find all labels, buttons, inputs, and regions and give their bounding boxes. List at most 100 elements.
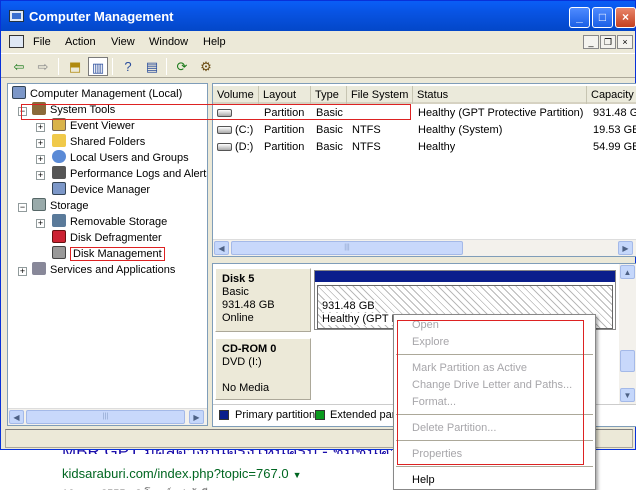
mdi-close-button[interactable]: × bbox=[617, 35, 633, 49]
collapse-toggle[interactable]: − bbox=[18, 203, 27, 212]
column-header-file-system[interactable]: File System bbox=[347, 86, 413, 104]
background-result-snippet: 16 ม.ค. 2555 - 2 โพสต์ - 1 ผู้เขียน bbox=[62, 484, 222, 490]
cell-status: Healthy bbox=[418, 141, 456, 153]
menu-view[interactable]: View bbox=[111, 36, 135, 48]
background-result-url[interactable]: kidsaraburi.com/index.php?topic=767.0 ▼ bbox=[62, 466, 301, 481]
menu-help[interactable]: Help bbox=[203, 36, 226, 48]
services-icon bbox=[32, 262, 46, 275]
disk-type: DVD (I:) bbox=[222, 356, 262, 368]
maximize-button[interactable]: □ bbox=[592, 7, 613, 28]
expand-toggle[interactable]: + bbox=[36, 123, 45, 132]
table-row[interactable]: (C:) Partition Basic NTFS Healthy (Syste… bbox=[213, 122, 636, 139]
expand-toggle[interactable]: + bbox=[18, 267, 27, 276]
computer-icon bbox=[12, 86, 26, 99]
tree-node-event-viewer[interactable]: Event Viewer bbox=[52, 118, 135, 134]
settings-icon[interactable]: ⚙ bbox=[196, 57, 216, 76]
show-hide-tree-icon[interactable]: ▥ bbox=[88, 57, 108, 76]
menu-file[interactable]: File bbox=[33, 36, 51, 48]
tree-node-local-users-and-groups[interactable]: Local Users and Groups bbox=[52, 150, 189, 166]
toolbar-separator bbox=[58, 58, 59, 75]
cell-layout: Partition bbox=[264, 141, 305, 153]
column-header-status[interactable]: Status bbox=[413, 86, 587, 104]
menu-separator bbox=[396, 466, 593, 467]
device-manager-icon bbox=[52, 182, 66, 195]
tree-label: Storage bbox=[50, 200, 89, 212]
cell-capacity: 54.99 GB bbox=[593, 141, 636, 153]
tree-horizontal-scrollbar[interactable]: ◀ ||| ▶ bbox=[8, 408, 207, 425]
tree-label: Device Manager bbox=[70, 184, 151, 196]
disk-5-label[interactable]: Disk 5 Basic 931.48 GB Online bbox=[215, 268, 311, 332]
scroll-left-icon[interactable]: ◀ bbox=[214, 241, 229, 255]
list-horizontal-scrollbar[interactable]: ◀ ||| ▶ bbox=[213, 239, 636, 256]
scroll-right-icon[interactable]: ▶ bbox=[189, 410, 204, 424]
toolbar-separator bbox=[166, 58, 167, 75]
scroll-right-icon[interactable]: ▶ bbox=[618, 241, 633, 255]
computer-management-icon[interactable] bbox=[9, 10, 24, 22]
tree-node-storage[interactable]: Storage bbox=[32, 198, 89, 214]
refresh-icon[interactable]: ⟳ bbox=[172, 57, 192, 76]
column-header-capacity[interactable]: Capacity bbox=[587, 86, 636, 104]
dropdown-arrow-icon[interactable]: ▼ bbox=[293, 470, 302, 480]
legend-swatch-extended bbox=[315, 410, 325, 420]
cell-layout: Partition bbox=[264, 124, 305, 136]
mdi-minimize-button[interactable]: _ bbox=[583, 35, 599, 49]
cell-type: Basic bbox=[316, 141, 343, 153]
menu-window[interactable]: Window bbox=[149, 36, 188, 48]
background-url-text[interactable]: kidsaraburi.com/index.php?topic=767.0 bbox=[62, 466, 289, 481]
minimize-button[interactable]: _ bbox=[569, 7, 590, 28]
legend-label-primary: Primary partition bbox=[235, 409, 316, 421]
cell-volume: (D:) bbox=[235, 141, 254, 153]
disk-type: Basic bbox=[222, 286, 249, 298]
tree-label: Disk Defragmenter bbox=[70, 232, 162, 244]
primary-partition-bar bbox=[315, 271, 615, 282]
scroll-down-icon[interactable]: ▼ bbox=[620, 388, 635, 402]
column-header-layout[interactable]: Layout bbox=[259, 86, 311, 104]
cell-status: Healthy (System) bbox=[418, 124, 503, 136]
column-header-type[interactable]: Type bbox=[311, 86, 347, 104]
forward-arrow-icon[interactable]: ⇨ bbox=[33, 57, 53, 76]
expand-toggle[interactable]: + bbox=[36, 139, 45, 148]
menu-action[interactable]: Action bbox=[65, 36, 96, 48]
menu-item-help[interactable]: Help bbox=[412, 474, 435, 486]
tree-node-disk-management[interactable]: Disk Management bbox=[52, 246, 165, 262]
scroll-left-icon[interactable]: ◀ bbox=[9, 410, 24, 424]
properties-icon[interactable]: ▤ bbox=[142, 57, 162, 76]
scroll-up-icon[interactable]: ▲ bbox=[620, 265, 635, 279]
tree-node-computer-management[interactable]: Computer Management (Local) bbox=[12, 86, 182, 102]
tree-node-device-manager[interactable]: Device Manager bbox=[52, 182, 150, 198]
scroll-thumb[interactable]: ||| bbox=[231, 241, 463, 255]
expand-toggle[interactable]: + bbox=[36, 219, 45, 228]
column-header-volume[interactable]: Volume bbox=[213, 86, 259, 104]
partition-size: 931.48 GB bbox=[322, 300, 375, 312]
tree-label: Event Viewer bbox=[70, 120, 135, 132]
tree-label: Local Users and Groups bbox=[70, 152, 189, 164]
disk-name: Disk 5 bbox=[222, 273, 255, 285]
table-row[interactable]: (D:) Partition Basic NTFS Healthy 54.99 … bbox=[213, 139, 636, 156]
cell-file-system: NTFS bbox=[352, 141, 381, 153]
cell-volume: (C:) bbox=[235, 124, 254, 136]
help-icon[interactable]: ? bbox=[118, 57, 138, 76]
disk-vertical-scrollbar[interactable]: ▲ ▼ bbox=[619, 264, 636, 404]
tree-node-services-and-applications[interactable]: Services and Applications bbox=[32, 262, 175, 278]
tree-node-disk-defragmenter[interactable]: Disk Defragmenter bbox=[52, 230, 162, 246]
title-bar[interactable]: Computer Management _ □ × bbox=[1, 1, 636, 31]
menu-bar: File Action View Window Help _ ❐ × bbox=[1, 31, 635, 53]
partition-status: Healthy (GPT P bbox=[322, 313, 399, 325]
cdrom-0-label[interactable]: CD-ROM 0 DVD (I:) No Media bbox=[215, 338, 311, 400]
up-folder-icon[interactable]: ⬒ bbox=[65, 57, 85, 76]
tree-label: Computer Management (Local) bbox=[30, 88, 183, 100]
tree-node-removable-storage[interactable]: Removable Storage bbox=[52, 214, 167, 230]
system-menu-icon[interactable] bbox=[9, 35, 24, 48]
expand-toggle[interactable]: + bbox=[36, 155, 45, 164]
expand-toggle[interactable]: + bbox=[36, 171, 45, 180]
mdi-restore-button[interactable]: ❐ bbox=[600, 35, 616, 49]
tree-node-shared-folders[interactable]: Shared Folders bbox=[52, 134, 145, 150]
scroll-thumb[interactable] bbox=[620, 350, 635, 372]
disk-name: CD-ROM 0 bbox=[222, 343, 277, 355]
disk-management-icon bbox=[52, 246, 66, 259]
close-button[interactable]: × bbox=[615, 7, 636, 28]
back-arrow-icon[interactable]: ⇦ bbox=[9, 57, 29, 76]
scroll-thumb[interactable]: ||| bbox=[26, 410, 185, 424]
tree-node-performance-logs[interactable]: Performance Logs and Alerts bbox=[52, 166, 207, 182]
